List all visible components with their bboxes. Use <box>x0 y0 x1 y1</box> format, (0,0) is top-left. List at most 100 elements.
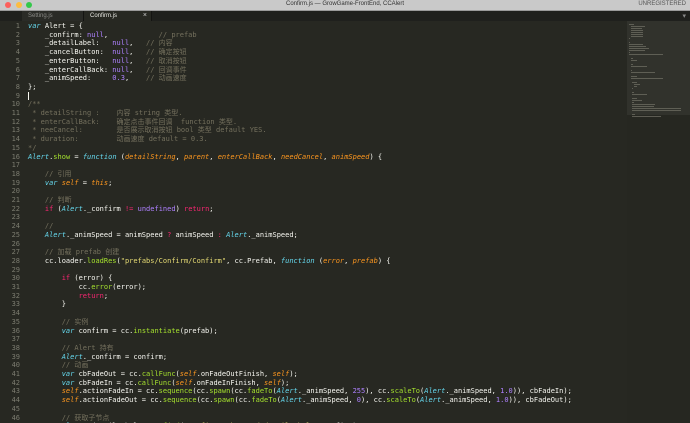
code-token: ._animSpeed, <box>301 396 357 405</box>
code-line: // 判断 <box>28 196 72 205</box>
code-token: , <box>323 152 332 161</box>
code-token: )), cbFadeOut); <box>508 396 572 405</box>
code-token: ), cc. <box>365 387 391 396</box>
code-token: cc. <box>28 283 92 291</box>
code-token: // 判断 <box>28 196 72 204</box>
minimap-line <box>630 28 643 29</box>
minimap-line <box>630 76 637 77</box>
line-number: 44 <box>11 396 20 405</box>
code-token: // 确定按钮 <box>146 48 187 57</box>
code-token: ( <box>314 256 324 265</box>
code-token: /** <box>28 100 41 109</box>
code-token: Alert <box>280 396 302 405</box>
code-token: null <box>112 65 130 74</box>
code-line: // 动画 <box>28 361 89 370</box>
code-token: null <box>112 56 130 65</box>
code-token: sequence <box>162 396 197 405</box>
tab-dropdown-icon[interactable]: ▾ <box>682 12 686 20</box>
code-token: ) { <box>369 152 383 161</box>
code-line: _animSpeed: 0.3, // 动画速度 <box>28 74 187 83</box>
line-number: 32 <box>11 291 20 300</box>
unregistered-label: UNREGISTERED <box>638 1 686 7</box>
code-token: var <box>61 378 75 387</box>
code-token: _enterCallBack: <box>28 65 113 74</box>
code-token: .actionFadeIn = cc. <box>78 387 159 396</box>
tab-label: Confirm.js <box>90 13 118 19</box>
code-line: // 获取子节点 <box>28 414 110 423</box>
code-token: Alert <box>61 204 83 213</box>
code-token: )), cbFadeIn); <box>512 387 572 396</box>
code-token: , <box>129 39 147 48</box>
code-token: function <box>280 256 315 265</box>
code-token: ( <box>116 152 125 161</box>
code-line: var self = this; <box>28 179 112 188</box>
tab-setting-js[interactable]: Setting.js <box>22 11 84 21</box>
code-line: var Alert = { <box>28 22 83 31</box>
code-token: _enterButton: <box>28 56 113 65</box>
line-number: 36 <box>11 326 20 335</box>
code-token: ._animSpeed, <box>297 387 353 396</box>
code-token: Alert = { <box>40 22 83 30</box>
code-token: // 动画速度 <box>146 74 187 83</box>
code-token: , <box>272 152 281 161</box>
code-token: ); <box>280 378 290 387</box>
code-token: self <box>61 178 79 187</box>
code-line: _detailLabel: null, // 内容 <box>28 39 173 48</box>
window-title: Confirm.js — GrowGame-FrontEnd, CCAlert <box>285 1 405 7</box>
minimap-line <box>632 114 636 115</box>
code-token: ._confirm = confirm; <box>82 352 168 361</box>
code-token: 0.3 <box>112 74 125 83</box>
minimap[interactable] <box>627 21 690 423</box>
code-token: ._animSpeed, <box>445 387 501 396</box>
minimap-line <box>632 92 635 93</box>
line-number: 24 <box>11 222 20 231</box>
code-line: if (error) { <box>28 274 113 283</box>
minimap-line <box>629 44 643 45</box>
code-line: Alert._confirm = confirm; <box>28 353 167 362</box>
code-token: , <box>103 30 159 39</box>
minimap-line <box>630 36 643 37</box>
code-line: * neeCancel: 是否展示取消按钮 bool 类型 default YE… <box>28 126 266 135</box>
minimap-line <box>630 66 647 67</box>
line-number: 35 <box>11 317 20 326</box>
minimap-line <box>630 64 633 65</box>
minimap-line <box>632 100 643 101</box>
code-token: } <box>28 300 66 309</box>
code-line: // 引用 <box>28 170 72 179</box>
code-editor[interactable]: 1 2 3 4 5 6 7 8 9 10 11 12 13 14 15 16 17 18 19 20 21 22 23 24 2… <box>0 21 627 423</box>
code-line: self.actionFadeIn = cc.sequence(cc.spawn… <box>28 387 572 396</box>
minimap-line <box>630 70 632 71</box>
minimap-line <box>630 58 633 59</box>
window-titlebar: Confirm.js — GrowGame-FrontEnd, CCAlert … <box>0 0 690 11</box>
code-token: null <box>87 30 104 39</box>
code-token: (prefab); <box>179 326 218 335</box>
tab-confirm-js[interactable]: Confirm.js × <box>84 11 152 21</box>
code-token: cc.loader. <box>28 256 88 265</box>
line-number: 1 <box>15 22 20 30</box>
code-token: = <box>70 152 83 161</box>
line-number: 21 <box>11 196 20 204</box>
code-token: ); <box>289 370 298 378</box>
line-number: 33 <box>11 300 20 309</box>
code-token: ._animSpeed, <box>441 396 496 405</box>
code-line: cc.error(error); <box>28 283 146 292</box>
minimap-line <box>629 24 635 25</box>
code-token: var <box>44 178 58 187</box>
code-token: needCancel <box>280 152 324 161</box>
code-token: _detailLabel: <box>28 39 113 48</box>
code-line: var cbFadeIn = cc.callFunc(self.onFadeIn… <box>28 378 290 388</box>
code-token: ( <box>53 204 62 213</box>
code-token: (error); <box>112 283 147 291</box>
code-token: , <box>209 152 218 161</box>
code-line: Alert._animSpeed = animSpeed ? animSpeed… <box>28 231 298 240</box>
line-number: 11 <box>11 109 20 117</box>
close-tab-icon[interactable]: × <box>143 12 147 19</box>
code-token: detailString <box>124 152 176 161</box>
code-token: 1.0 <box>495 396 509 405</box>
line-number-gutter: 1 2 3 4 5 6 7 8 9 10 11 12 13 14 15 16 17 18 19 20 21 22 23 24 2… <box>0 21 22 423</box>
